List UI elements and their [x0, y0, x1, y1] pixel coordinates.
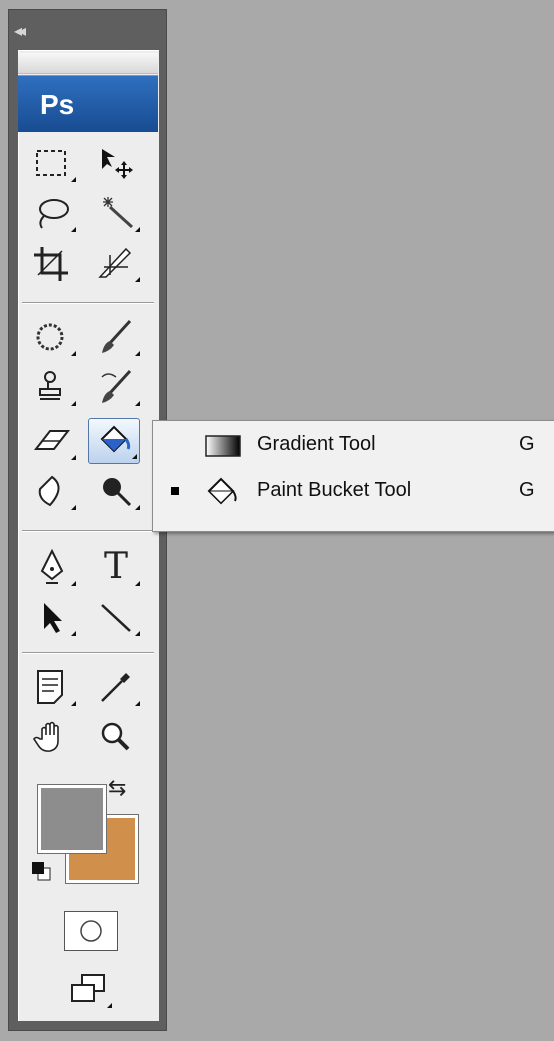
flyout-item-paint-bucket-tool[interactable]: Paint Bucket Tool G [153, 469, 553, 515]
paint-bucket-flyout-menu: Gradient Tool G Paint Bucket Tool G [152, 420, 554, 532]
flyout-item-shortcut: G [519, 433, 535, 455]
line-tool-icon[interactable] [90, 594, 142, 640]
flyout-item-gradient-tool[interactable]: Gradient Tool G [153, 423, 553, 469]
dodge-tool-icon[interactable] [90, 468, 142, 514]
toolbox-separator [22, 530, 154, 532]
screen-mode-icon[interactable] [62, 966, 114, 1012]
paint-bucket-tool-icon[interactable] [88, 418, 140, 464]
photoshop-logo: Ps [18, 75, 158, 132]
panel-grip[interactable] [18, 53, 158, 74]
flyout-item-label: Paint Bucket Tool [257, 479, 412, 501]
magic-wand-tool-icon[interactable] [90, 190, 142, 236]
clone-stamp-tool-icon[interactable] [26, 364, 78, 410]
zoom-tool-icon[interactable] [90, 714, 142, 760]
crop-tool-icon[interactable] [26, 240, 78, 286]
gradient-icon [203, 429, 243, 463]
notes-tool-icon[interactable] [26, 664, 78, 710]
type-tool-icon[interactable]: T [90, 544, 142, 590]
hand-tool-icon[interactable] [26, 714, 78, 760]
selected-bullet-icon [171, 487, 179, 495]
default-colors-icon[interactable] [30, 860, 52, 882]
collapse-panel-icon[interactable]: ◂◂ [14, 16, 54, 46]
marquee-tool-icon[interactable] [26, 140, 78, 186]
brush-tool-icon[interactable] [90, 314, 142, 360]
blur-tool-icon[interactable] [26, 468, 78, 514]
flyout-item-shortcut: G [519, 479, 535, 501]
toolbox-separator [22, 302, 154, 304]
swap-colors-icon[interactable]: ⇆ [108, 776, 126, 801]
lasso-tool-icon[interactable] [26, 190, 78, 236]
spot-healing-brush-icon[interactable] [26, 314, 78, 360]
eraser-tool-icon[interactable] [26, 418, 78, 464]
path-selection-tool-icon[interactable] [26, 594, 78, 640]
quick-mask-button[interactable] [64, 911, 118, 951]
quick-mask-icon [80, 920, 102, 942]
paint-bucket-icon [203, 475, 243, 509]
toolbox-separator [22, 652, 154, 654]
slice-tool-icon[interactable] [90, 240, 142, 286]
history-brush-tool-icon[interactable] [90, 364, 142, 410]
flyout-item-label: Gradient Tool [257, 433, 376, 455]
eyedropper-tool-icon[interactable] [90, 664, 142, 710]
move-tool-icon[interactable] [90, 140, 142, 186]
pen-tool-icon[interactable] [26, 544, 78, 590]
foreground-color-swatch[interactable] [37, 784, 107, 854]
